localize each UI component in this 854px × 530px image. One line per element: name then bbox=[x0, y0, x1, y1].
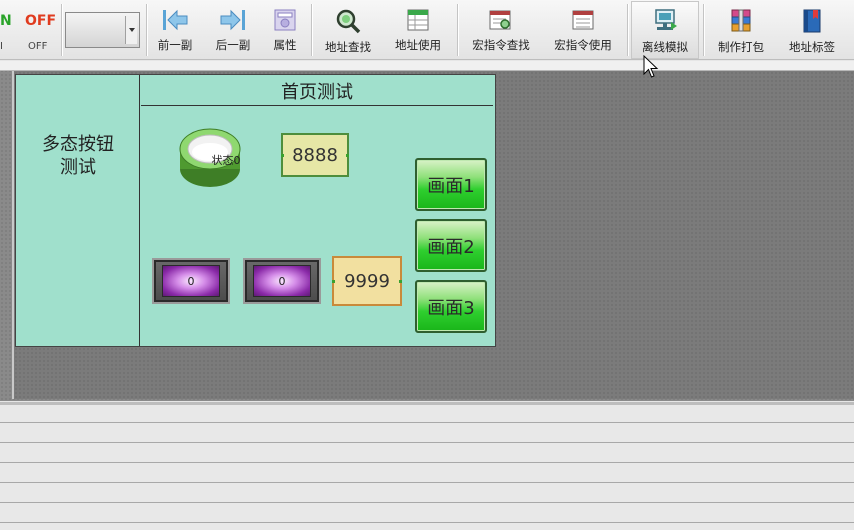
screen-3-button[interactable]: 画面3 bbox=[415, 280, 487, 333]
macro-search-button[interactable]: 宏指令查找 bbox=[466, 2, 536, 58]
macro-search-label: 宏指令查找 bbox=[472, 38, 530, 52]
next-screen-button[interactable]: 后一副 bbox=[210, 2, 256, 58]
address-search-button[interactable]: 地址查找 bbox=[318, 2, 378, 58]
chevron-down-icon[interactable] bbox=[125, 16, 137, 44]
build-package-button[interactable]: 制作打包 bbox=[711, 2, 771, 58]
output-panel[interactable] bbox=[0, 402, 854, 530]
prev-screen-button[interactable]: 前一副 bbox=[152, 2, 198, 58]
state-combo-box[interactable] bbox=[65, 12, 140, 48]
macro-usage-label: 宏指令使用 bbox=[554, 38, 612, 52]
row-divider bbox=[0, 462, 854, 463]
off-sub-label: OFF bbox=[28, 41, 48, 52]
properties-icon bbox=[274, 9, 296, 31]
address-tag-icon bbox=[803, 9, 821, 33]
numeric-display-1-value: 8888 bbox=[292, 144, 338, 166]
address-usage-button[interactable]: 地址使用 bbox=[388, 2, 448, 58]
on-sub-label: I bbox=[0, 41, 3, 52]
off-indicator-label[interactable]: OFF bbox=[25, 13, 56, 29]
row-divider bbox=[0, 502, 854, 503]
address-search-label: 地址查找 bbox=[325, 40, 371, 54]
arrow-right-bar-icon bbox=[220, 9, 245, 31]
screen-2-button[interactable]: 画面2 bbox=[415, 219, 487, 272]
mouse-cursor-icon bbox=[643, 55, 659, 78]
toolbar-separator bbox=[457, 4, 458, 56]
macro-usage-button[interactable]: 宏指令使用 bbox=[548, 2, 618, 58]
hmi-sidebar: 多态按钮 测试 bbox=[16, 75, 140, 346]
offline-simulation-button[interactable]: 离线模拟 bbox=[631, 1, 699, 59]
properties-button[interactable]: 属性 bbox=[266, 2, 304, 58]
numeric-display-2[interactable]: 9999 bbox=[332, 256, 402, 306]
prev-screen-label: 前一副 bbox=[157, 38, 193, 52]
toolbar-separator bbox=[703, 4, 704, 56]
macro-use-icon bbox=[572, 10, 594, 30]
macro-search-icon bbox=[489, 10, 511, 30]
on-indicator-label[interactable]: N bbox=[0, 13, 12, 29]
offline-simulation-label: 离线模拟 bbox=[642, 40, 688, 54]
offline-simulation-icon bbox=[655, 9, 677, 30]
toolbar-separator bbox=[627, 4, 628, 56]
toolbar: N OFF I OFF 前一副 后一副 属性 地址查找 地址使用 宏指令查找 宏… bbox=[0, 0, 854, 60]
arrow-left-bar-icon bbox=[163, 9, 188, 31]
indicator-lamp-1-value: 0 bbox=[162, 265, 220, 297]
magnifier-icon bbox=[336, 9, 361, 34]
row-divider bbox=[0, 482, 854, 483]
address-tag-button[interactable]: 地址标签 bbox=[782, 2, 842, 58]
workspace-ruler bbox=[0, 61, 854, 71]
hmi-screen[interactable]: 多态按钮 测试 首页测试 状态0 8888 0 0 9999 画面1 画面2 画 bbox=[15, 74, 496, 347]
sidebar-title: 多态按钮 测试 bbox=[16, 133, 140, 179]
toolbar-separator bbox=[146, 4, 147, 56]
screen-1-button[interactable]: 画面1 bbox=[415, 158, 487, 211]
multistate-state-label: 状态0 bbox=[211, 154, 241, 167]
row-divider bbox=[0, 442, 854, 443]
multistate-button[interactable]: 状态0 bbox=[178, 125, 242, 195]
title-underline bbox=[141, 105, 493, 106]
toolbar-separator bbox=[61, 4, 62, 56]
build-package-label: 制作打包 bbox=[718, 40, 764, 54]
numeric-display-1[interactable]: 8888 bbox=[281, 133, 349, 177]
row-divider bbox=[0, 522, 854, 523]
indicator-lamp-1[interactable]: 0 bbox=[152, 258, 230, 304]
row-divider bbox=[0, 422, 854, 423]
sidebar-title-line2: 测试 bbox=[60, 157, 96, 178]
sidebar-title-line1: 多态按钮 bbox=[42, 134, 114, 155]
numeric-display-2-value: 9999 bbox=[344, 270, 390, 292]
properties-label: 属性 bbox=[273, 38, 297, 52]
address-usage-label: 地址使用 bbox=[395, 38, 441, 52]
package-icon bbox=[731, 9, 751, 32]
toolbar-separator bbox=[311, 4, 312, 56]
page-title: 首页测试 bbox=[281, 82, 353, 103]
table-green-icon bbox=[407, 9, 429, 31]
indicator-lamp-2[interactable]: 0 bbox=[243, 258, 321, 304]
indicator-lamp-2-value: 0 bbox=[253, 265, 311, 297]
address-tag-label: 地址标签 bbox=[789, 40, 835, 54]
next-screen-label: 后一副 bbox=[215, 38, 251, 52]
